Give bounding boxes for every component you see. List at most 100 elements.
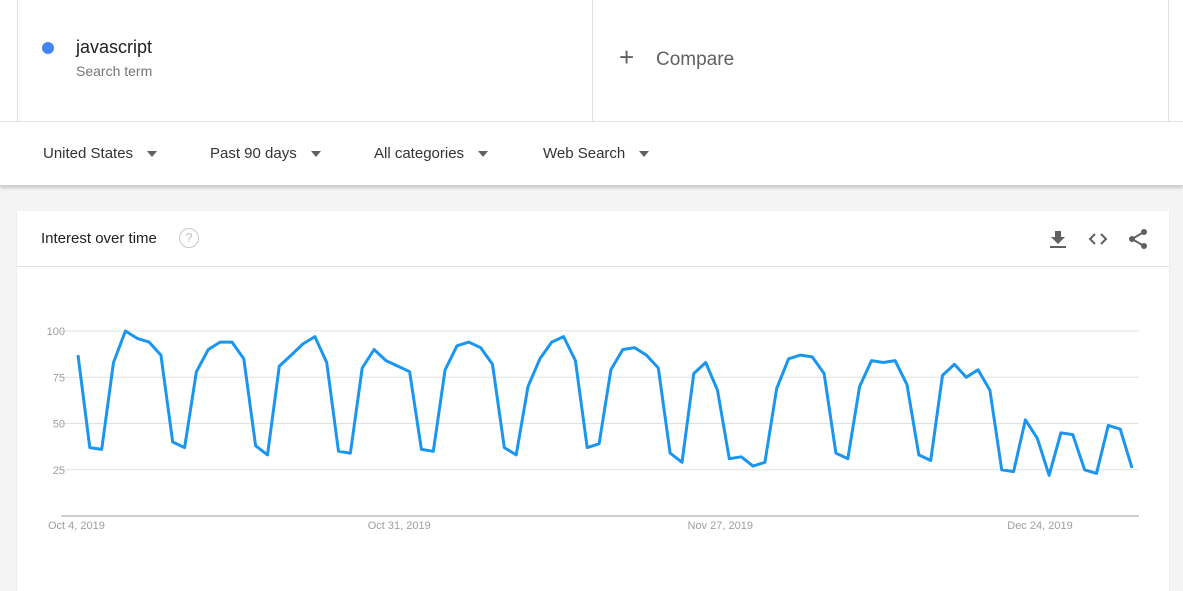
data-point[interactable]	[749, 462, 757, 470]
region-dropdown[interactable]: United States	[43, 145, 158, 162]
data-point[interactable]	[216, 338, 224, 346]
x-tick-label: Nov 27, 2019	[688, 520, 753, 532]
data-point[interactable]	[145, 338, 153, 346]
data-point[interactable]	[915, 451, 923, 459]
data-point[interactable]	[986, 386, 994, 394]
data-point[interactable]	[477, 344, 485, 352]
data-point[interactable]	[74, 351, 82, 359]
data-point[interactable]	[737, 453, 745, 461]
data-point[interactable]	[690, 370, 698, 378]
data-point[interactable]	[465, 338, 473, 346]
data-point[interactable]	[1116, 425, 1124, 433]
data-point[interactable]	[98, 445, 106, 453]
data-point[interactable]	[714, 386, 722, 394]
data-point[interactable]	[773, 384, 781, 392]
data-point[interactable]	[560, 333, 568, 341]
data-point[interactable]	[346, 449, 354, 457]
data-point[interactable]	[121, 327, 129, 335]
data-point[interactable]	[796, 351, 804, 359]
data-point[interactable]	[1069, 431, 1077, 439]
data-point[interactable]	[204, 346, 212, 354]
search-term-card[interactable]: javascript Search term	[17, 0, 593, 121]
data-point[interactable]	[619, 346, 627, 354]
line-chart[interactable]: 25 50 75 100 Oct 4, 2019 Oct 31, 2019 Nov 27, …	[17, 211, 1169, 576]
data-point[interactable]	[666, 449, 674, 457]
data-point[interactable]	[654, 364, 662, 372]
data-point[interactable]	[382, 357, 390, 365]
data-point[interactable]	[950, 360, 958, 368]
data-point[interactable]	[808, 353, 816, 361]
data-point[interactable]	[86, 444, 94, 452]
data-point[interactable]	[417, 445, 425, 453]
data-point[interactable]	[1128, 464, 1136, 472]
data-point[interactable]	[263, 451, 271, 459]
data-point[interactable]	[1104, 421, 1112, 429]
data-point[interactable]	[394, 362, 402, 370]
data-point[interactable]	[335, 447, 343, 455]
data-point[interactable]	[240, 355, 248, 363]
time-range-dropdown[interactable]: Past 90 days	[210, 145, 321, 162]
data-point[interactable]	[370, 346, 378, 354]
data-point[interactable]	[1092, 469, 1100, 477]
data-point[interactable]	[157, 351, 165, 359]
data-point[interactable]	[512, 451, 520, 459]
data-point[interactable]	[607, 366, 615, 374]
data-point[interactable]	[631, 344, 639, 352]
data-point[interactable]	[441, 366, 449, 374]
data-point[interactable]	[110, 358, 118, 366]
data-point[interactable]	[702, 358, 710, 366]
data-point[interactable]	[642, 351, 650, 359]
data-point[interactable]	[488, 360, 496, 368]
data-point[interactable]	[891, 357, 899, 365]
data-point[interactable]	[548, 338, 556, 346]
search-term-name[interactable]: javascript	[76, 37, 152, 58]
data-point[interactable]	[358, 364, 366, 372]
data-point[interactable]	[998, 466, 1006, 474]
data-point[interactable]	[1057, 429, 1065, 437]
category-dropdown[interactable]: All categories	[374, 145, 489, 162]
data-point[interactable]	[169, 438, 177, 446]
data-point[interactable]	[974, 366, 982, 374]
data-point[interactable]	[192, 368, 200, 376]
data-point[interactable]	[678, 458, 686, 466]
data-point[interactable]	[879, 358, 887, 366]
data-point[interactable]	[299, 340, 307, 348]
data-point[interactable]	[275, 362, 283, 370]
data-point[interactable]	[1045, 471, 1053, 479]
data-point[interactable]	[1021, 416, 1029, 424]
data-point[interactable]	[228, 338, 236, 346]
data-point[interactable]	[311, 333, 319, 341]
data-point[interactable]	[844, 455, 852, 463]
data-point[interactable]	[962, 373, 970, 381]
data-point[interactable]	[500, 444, 508, 452]
data-point[interactable]	[595, 440, 603, 448]
data-point[interactable]	[903, 381, 911, 389]
data-point[interactable]	[323, 358, 331, 366]
data-point[interactable]	[832, 449, 840, 457]
data-point[interactable]	[181, 444, 189, 452]
data-point[interactable]	[927, 457, 935, 465]
data-point[interactable]	[725, 455, 733, 463]
data-point[interactable]	[536, 355, 544, 363]
data-point[interactable]	[867, 357, 875, 365]
data-point[interactable]	[939, 371, 947, 379]
data-point[interactable]	[1081, 466, 1089, 474]
data-point[interactable]	[524, 383, 532, 391]
data-point[interactable]	[761, 458, 769, 466]
search-type-dropdown[interactable]: Web Search	[543, 145, 650, 162]
data-point[interactable]	[785, 355, 793, 363]
series-line-javascript[interactable]	[76, 329, 1134, 477]
data-point[interactable]	[406, 368, 414, 376]
data-point[interactable]	[820, 370, 828, 378]
data-point[interactable]	[1033, 434, 1041, 442]
data-point[interactable]	[1010, 468, 1018, 476]
data-point[interactable]	[133, 334, 141, 342]
data-point[interactable]	[583, 444, 591, 452]
data-point[interactable]	[287, 351, 295, 359]
data-point[interactable]	[856, 383, 864, 391]
compare-button[interactable]: + Compare	[593, 0, 1169, 121]
data-point[interactable]	[252, 442, 260, 450]
data-point[interactable]	[453, 342, 461, 350]
data-point[interactable]	[571, 357, 579, 365]
data-point[interactable]	[429, 447, 437, 455]
